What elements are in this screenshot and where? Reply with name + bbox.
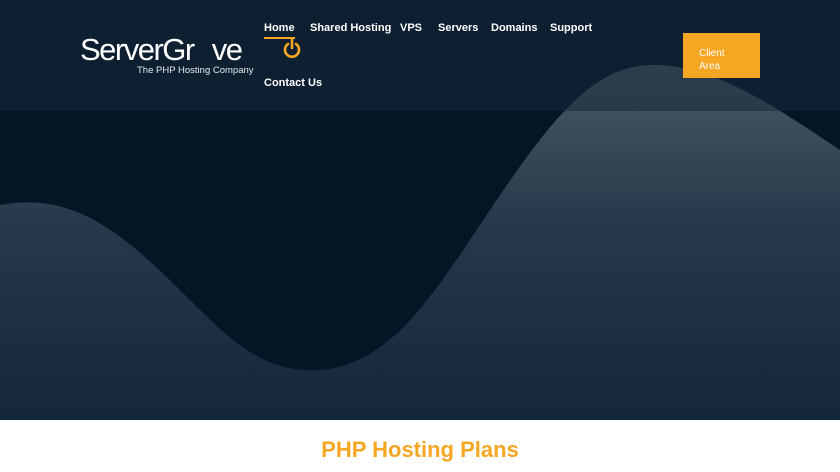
- nav-home[interactable]: Home: [264, 22, 295, 39]
- nav-support[interactable]: Support: [550, 22, 592, 34]
- client-area-button[interactable]: Client Area: [683, 33, 760, 78]
- power-icon: [283, 38, 301, 58]
- nav-vps[interactable]: VPS: [400, 22, 422, 34]
- logo-wordmark: ServerGr ve: [80, 32, 243, 67]
- servergrove-logo[interactable]: ServerGr ve The PHP Hosting Company: [80, 32, 301, 78]
- section-heading: PHP Hosting Plans: [321, 437, 519, 462]
- nav-domains[interactable]: Domains: [491, 22, 537, 34]
- logo-tagline: The PHP Hosting Company: [137, 65, 254, 76]
- client-area-label-line1: Client: [699, 48, 725, 59]
- client-area-label-line2: Area: [699, 61, 721, 72]
- nav-contact-us[interactable]: Contact Us: [264, 77, 322, 89]
- nav-shared-hosting[interactable]: Shared Hosting: [310, 22, 391, 34]
- nav-servers[interactable]: Servers: [438, 22, 478, 34]
